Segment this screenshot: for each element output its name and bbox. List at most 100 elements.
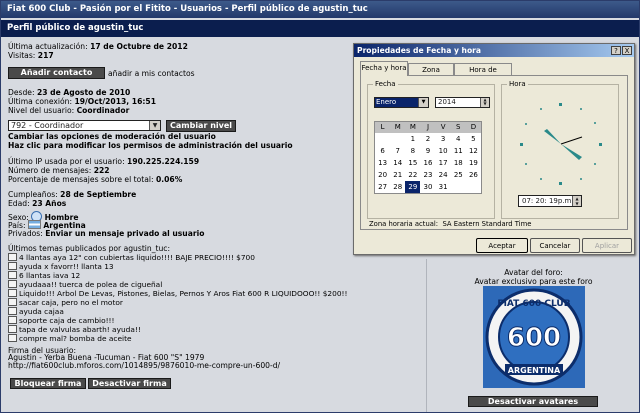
cancel-button[interactable]: Cancelar: [530, 238, 580, 253]
calendar-day[interactable]: 22: [405, 169, 420, 181]
calendar-day[interactable]: 5: [466, 133, 481, 145]
calendar-day[interactable]: 19: [466, 157, 481, 169]
level-select[interactable]: 792 - Coordinador ▼: [8, 120, 161, 131]
signature-link[interactable]: http://fiat600club.mforos.com/1014895/98…: [8, 361, 280, 370]
help-button[interactable]: ?: [611, 46, 621, 55]
avatar-image: FIAT 600 CLUB 600 ARGENTINA: [483, 286, 585, 388]
admin-permissions-link[interactable]: Haz clic para modificar los permisos de …: [8, 141, 293, 150]
topic-item[interactable]: sacar caja, pero no el motor: [8, 298, 347, 307]
calendar-day[interactable]: 18: [451, 157, 466, 169]
topic-title[interactable]: compre mal? bomba de aceite: [19, 334, 132, 343]
calendar-day[interactable]: 28: [390, 181, 405, 193]
topic-icon: [8, 289, 17, 297]
avatar-logo-center: 600: [507, 323, 561, 353]
calendar-day[interactable]: 11: [451, 145, 466, 157]
calendar-day[interactable]: 31: [436, 181, 451, 193]
weekday-label: L: [380, 123, 385, 131]
topic-icon: [8, 298, 17, 306]
calendar-day[interactable]: 6: [375, 145, 390, 157]
breadcrumb[interactable]: Fiat 600 Club - Pasión por el Fitito - U…: [1, 1, 639, 18]
topic-item[interactable]: ayuda cajaa: [8, 307, 347, 316]
calendar-day[interactable]: 24: [436, 169, 451, 181]
calendar-day[interactable]: 21: [390, 169, 405, 181]
topic-title[interactable]: ayuda x favorr!! llanta 13: [19, 262, 114, 271]
calendar-day[interactable]: 16: [420, 157, 435, 169]
user-level-label: Nivel del usuario:: [8, 106, 75, 115]
avatar-logo-top: FIAT 600 CLUB: [497, 299, 570, 309]
ok-button[interactable]: Aceptar: [476, 238, 528, 253]
topic-item[interactable]: tapa de valvulas abarth! ayuda!!: [8, 325, 347, 334]
spin-arrows-icon[interactable]: ▲ ▼: [480, 98, 489, 107]
topic-title[interactable]: ayudaaa!! tuerca de polea de cigueñal: [19, 280, 162, 289]
change-level-button[interactable]: Cambiar nivel: [166, 120, 236, 132]
calendar-day[interactable]: 27: [375, 181, 390, 193]
weekday-label: J: [426, 123, 430, 131]
calendar-day[interactable]: 29: [405, 181, 421, 193]
calendar-day[interactable]: 26: [466, 169, 481, 181]
year-stepper[interactable]: 2014 ▲ ▼: [435, 97, 490, 108]
year-value: 2014: [438, 98, 456, 106]
topic-item[interactable]: compre mal? bomba de aceite: [8, 334, 347, 343]
disable-avatars-button[interactable]: Desactivar avatares: [468, 396, 598, 407]
add-contact-text[interactable]: añadir a mis contactos: [108, 69, 195, 78]
calendar-day[interactable]: 20: [375, 169, 390, 181]
calendar-day[interactable]: 23: [420, 169, 435, 181]
calendar-day[interactable]: 15: [405, 157, 420, 169]
topic-item[interactable]: 6 llantas iava 12: [8, 271, 347, 280]
calendar-day: [390, 133, 405, 145]
calendar-day[interactable]: 17: [436, 157, 451, 169]
topic-icon: [8, 334, 17, 342]
calendar-day[interactable]: 1: [405, 133, 420, 145]
last-ip: Último IP usada por el usuario: 190.225.…: [8, 157, 199, 166]
add-contact-button[interactable]: Añadir contacto: [8, 67, 105, 79]
calendar-day[interactable]: 8: [405, 145, 420, 157]
apply-button[interactable]: Aplicar: [582, 238, 632, 253]
weekday-label: M: [394, 123, 401, 131]
calendar-day[interactable]: 4: [451, 133, 466, 145]
calendar-day[interactable]: 10: [436, 145, 451, 157]
topic-title[interactable]: ayuda cajaa: [19, 307, 64, 316]
topic-title[interactable]: 4 llantas aya 12" con cubiertas liquido!…: [19, 253, 255, 262]
topic-item[interactable]: ayuda x favorr!! llanta 13: [8, 262, 347, 271]
chevron-down-icon[interactable]: ▼: [149, 121, 160, 130]
topic-title[interactable]: sacar caja, pero no el motor: [19, 298, 123, 307]
topic-item[interactable]: ayudaaa!! tuerca de polea de cigueñal: [8, 280, 347, 289]
second-hand: [560, 136, 583, 145]
topic-title[interactable]: tapa de valvulas abarth! ayuda!!: [19, 325, 141, 334]
disable-signature-button[interactable]: Desactivar firma: [88, 378, 171, 389]
avatar-panel: Avatar del foro: Avatar exclusivo para e…: [426, 259, 639, 412]
time-input[interactable]: 07: 20: 19p.m. ▲ ▼: [518, 195, 582, 207]
send-private-message-link[interactable]: Enviar un mensaje privado al usuario: [45, 229, 204, 238]
weekday-label: S: [456, 123, 461, 131]
chevron-down-icon[interactable]: ▼: [418, 98, 428, 107]
calendar-day[interactable]: 3: [436, 133, 451, 145]
calendar-day[interactable]: 12: [466, 145, 481, 157]
spin-arrows-icon[interactable]: ▲ ▼: [572, 196, 581, 206]
close-button[interactable]: X: [622, 46, 632, 55]
message-percent-value: 0.06%: [155, 175, 183, 184]
calendar-week: 13 14 15 16 17 18 19: [375, 157, 481, 169]
calendar-day[interactable]: 13: [375, 157, 390, 169]
user-level: Nivel del usuario: Coordinador: [8, 106, 129, 115]
topic-title[interactable]: soporte caja de cambio!!!: [19, 316, 114, 325]
calendar-day[interactable]: 7: [390, 145, 405, 157]
calendar-day[interactable]: 30: [420, 181, 435, 193]
topic-icon: [8, 325, 17, 333]
month-select[interactable]: Enero ▼: [374, 97, 429, 108]
topic-title[interactable]: Liquido!!! Arbol De Levas, Pistones, Bie…: [19, 289, 347, 298]
block-signature-button[interactable]: Bloquear firma: [10, 378, 86, 389]
datetime-dialog: Propiedades de Fecha y hora ? X Fecha y …: [353, 43, 635, 255]
calendar-day[interactable]: 25: [451, 169, 466, 181]
topic-item[interactable]: Liquido!!! Arbol De Levas, Pistones, Bie…: [8, 289, 347, 298]
calendar-day[interactable]: 9: [420, 145, 435, 157]
moderation-link[interactable]: Cambiar las opciones de moderación del u…: [8, 132, 216, 141]
tab-date-time[interactable]: Fecha y hora: [360, 61, 408, 76]
calendar-day[interactable]: 14: [390, 157, 405, 169]
dialog-title[interactable]: Propiedades de Fecha y hora: [354, 44, 634, 57]
calendar-day[interactable]: 2: [420, 133, 435, 145]
topic-title[interactable]: 6 llantas iava 12: [19, 271, 80, 280]
topic-item[interactable]: 4 llantas aya 12" con cubiertas liquido!…: [8, 253, 347, 262]
time-value: 07: 20: 19p.m.: [522, 197, 574, 205]
topic-item[interactable]: soporte caja de cambio!!!: [8, 316, 347, 325]
message-count-value: 222: [93, 166, 110, 175]
